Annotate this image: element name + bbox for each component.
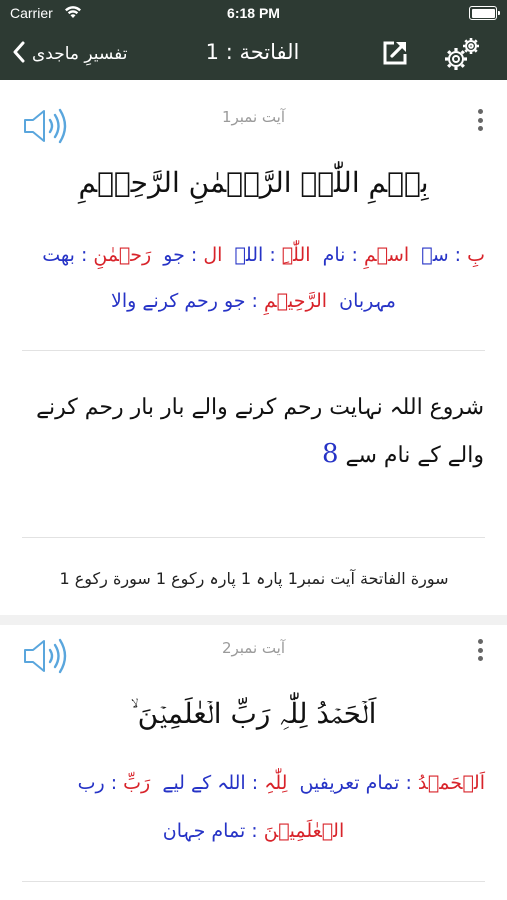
section-separator xyxy=(0,615,507,625)
back-button[interactable]: تفسیرِ ماجدی xyxy=(12,38,127,70)
divider xyxy=(22,537,485,538)
urdu-meaning: بھت xyxy=(42,244,75,266)
urdu-meaning: جو xyxy=(163,244,185,266)
translation-text: شروع اللہ نہایت رحم کرنے والے بار بار رح… xyxy=(36,395,484,468)
ayat-number-label: آیت نمبر2 xyxy=(221,639,285,657)
more-options-icon[interactable] xyxy=(472,637,488,663)
urdu-meaning: مہربان xyxy=(339,290,396,312)
urdu-meaning: جو رحم کرنے والا xyxy=(111,290,246,312)
verse-reference: سورة الفاتحة آیت نمبر1 پارہ 1 پارہ رکوع … xyxy=(59,569,449,588)
share-icon[interactable] xyxy=(380,38,410,68)
urdu-meaning: اللہ کے لیے xyxy=(162,772,246,794)
urdu-meaning: نام xyxy=(322,244,346,266)
word-by-word-line: الۡعٰلَمِیۡنَ : تمام جہان xyxy=(162,820,345,842)
arabic-word: اللّٰہِ xyxy=(281,244,311,266)
arabic-word: الرَّحِیۡمِ xyxy=(263,290,328,312)
ayat-number-label: آیت نمبر1 xyxy=(221,108,285,126)
urdu-meaning: سے xyxy=(421,244,449,266)
arabic-verse: اَلۡحَمۡدُ لِلّٰہِ رَبِّ الۡعٰلَمِیۡنَ ۙ xyxy=(130,697,377,730)
arabic-word: الۡعٰلَمِیۡنَ xyxy=(263,820,345,842)
footnote-link[interactable]: 8 xyxy=(322,439,339,469)
back-label: تفسیرِ ماجدی xyxy=(32,44,128,64)
word-by-word-line: بِ : سے اسۡمِ : نام اللّٰہِ : اللہ ال : … xyxy=(42,244,485,266)
arabic-word: اسۡمِ xyxy=(363,244,410,266)
urdu-translation: شروع اللہ نہایت رحم کرنے والے بار بار رح… xyxy=(24,385,484,479)
arabic-word: بِ xyxy=(467,244,485,266)
arabic-word: رَحۡمٰنِ xyxy=(93,244,152,266)
verse-card-1: آیت نمبر1 بِسۡمِ اللّٰہِ الرَّحۡمٰنِ الر… xyxy=(0,80,507,615)
arabic-word: لِلّٰہِ xyxy=(264,772,288,794)
urdu-meaning: رب xyxy=(77,772,105,794)
divider xyxy=(22,350,485,351)
arabic-word: رَبِّ xyxy=(123,772,151,794)
more-options-icon[interactable] xyxy=(472,107,488,133)
gear-icon[interactable] xyxy=(441,34,483,76)
urdu-meaning: تمام تعریفیں xyxy=(299,772,400,794)
page-title: الفاتحة : 1 xyxy=(205,40,300,64)
status-bar: Carrier 6:18 PM xyxy=(0,0,507,28)
arabic-word: اَلۡحَمۡدُ xyxy=(417,772,485,794)
speaker-icon[interactable] xyxy=(22,637,72,675)
urdu-meaning: اللہ xyxy=(234,244,264,266)
word-by-word-line: اَلۡحَمۡدُ : تمام تعریفیں لِلّٰہِ : اللہ… xyxy=(77,772,485,794)
chevron-left-icon xyxy=(12,41,26,67)
arabic-word: ال xyxy=(203,244,223,266)
urdu-meaning: تمام جہان xyxy=(162,820,246,842)
battery-icon xyxy=(469,6,500,20)
arabic-verse: بِسۡمِ اللّٰہِ الرَّحۡمٰنِ الرَّحِیۡمِ xyxy=(78,166,429,199)
divider xyxy=(22,881,485,882)
word-by-word-line: مہربان الرَّحِیۡمِ : جو رحم کرنے والا xyxy=(111,290,396,312)
navigation-bar: تفسیرِ ماجدی الفاتحة : 1 xyxy=(0,28,507,80)
verse-card-2: آیت نمبر2 اَلۡحَمۡدُ لِلّٰہِ رَبِّ الۡعٰ… xyxy=(0,625,507,900)
clock: 6:18 PM xyxy=(227,5,280,21)
speaker-icon[interactable] xyxy=(22,107,72,145)
